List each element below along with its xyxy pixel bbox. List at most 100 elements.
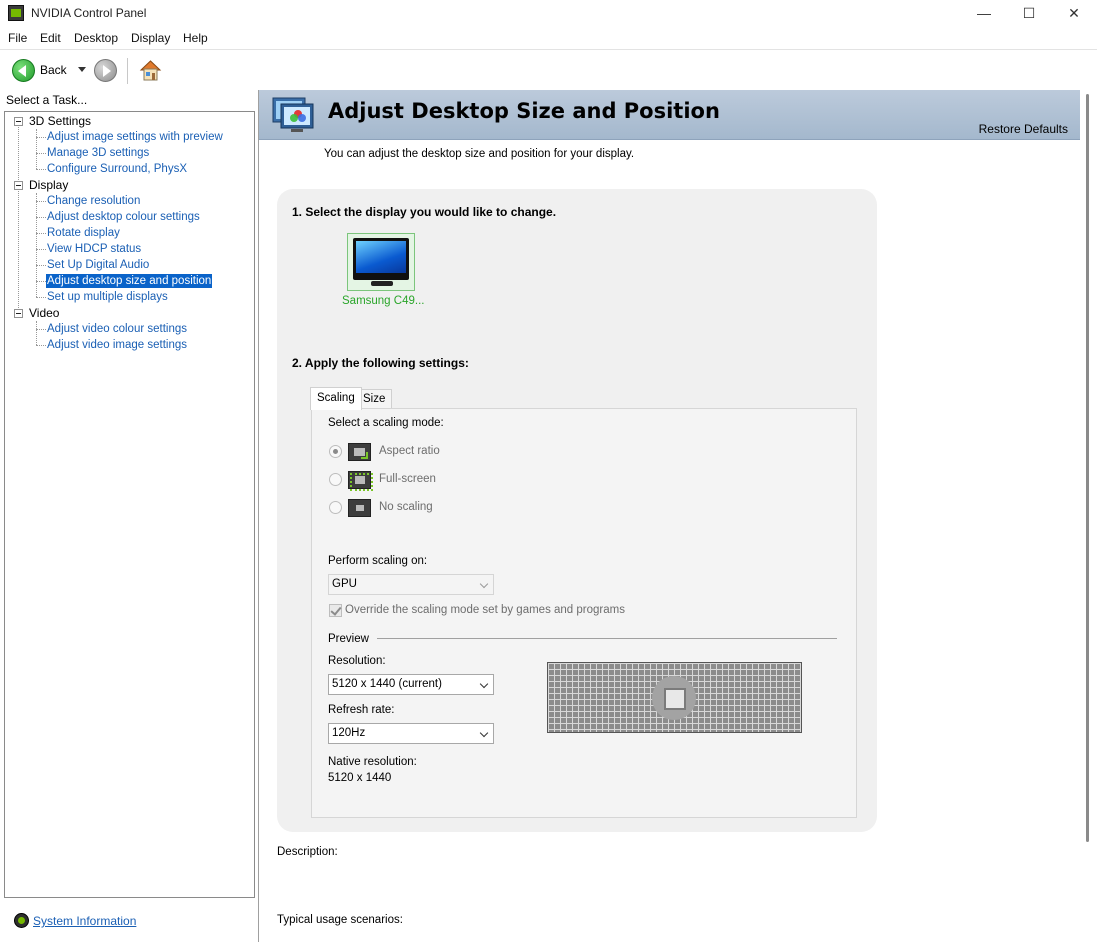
desktop-monitor-icon	[272, 97, 314, 132]
restore-defaults-link[interactable]: Restore Defaults	[979, 122, 1068, 136]
tree-line	[36, 249, 46, 250]
toolbar: Back	[0, 50, 1097, 90]
refresh-rate-label: Refresh rate:	[328, 704, 395, 716]
window-title: NVIDIA Control Panel	[31, 6, 147, 20]
scaling-preview	[547, 662, 802, 733]
monitor-icon	[353, 238, 409, 280]
tree-item-configure-surround[interactable]: Configure Surround, PhysX	[46, 162, 188, 176]
tree-line	[36, 233, 46, 234]
back-arrow-icon[interactable]	[12, 59, 35, 82]
tree-line	[36, 129, 37, 169]
scaling-mode-label: Select a scaling mode:	[328, 417, 444, 429]
content-scrollbar[interactable]	[1080, 90, 1097, 942]
forward-arrow-icon[interactable]	[94, 59, 117, 82]
page-intro: You can adjust the desktop size and posi…	[324, 148, 635, 160]
tree-line	[36, 137, 46, 138]
tree-line	[36, 281, 46, 282]
system-information-icon[interactable]	[14, 913, 29, 928]
toolbar-separator	[127, 58, 128, 84]
preview-divider	[377, 638, 837, 639]
tree-item-desktop-size-position[interactable]: Adjust desktop size and position	[46, 274, 213, 288]
back-history-dropdown-icon[interactable]	[78, 67, 86, 72]
minimize-button[interactable]: —	[961, 2, 1007, 26]
menu-file[interactable]: File	[8, 31, 27, 45]
maximize-button[interactable]: ☐	[1006, 2, 1052, 26]
tab-scaling[interactable]: Scaling	[310, 387, 362, 410]
tree-item-desktop-colour[interactable]: Adjust desktop colour settings	[46, 210, 201, 224]
resolution-label: Resolution:	[328, 655, 386, 667]
title-bar: NVIDIA Control Panel — ☐ ✕	[0, 0, 1097, 28]
aspect-ratio-radio[interactable]	[329, 445, 342, 458]
preview-target-icon	[652, 676, 696, 720]
full-screen-radio[interactable]	[329, 473, 342, 486]
close-button[interactable]: ✕	[1051, 2, 1097, 26]
perform-scaling-select[interactable]: GPU	[328, 574, 494, 595]
native-resolution-label: Native resolution:	[328, 756, 417, 768]
page-title: Adjust Desktop Size and Position	[328, 99, 720, 123]
step-1-heading: 1. Select the display you would like to …	[292, 205, 557, 219]
tree-item-video-image[interactable]: Adjust video image settings	[46, 338, 188, 352]
tree-item-video-colour[interactable]: Adjust video colour settings	[46, 322, 188, 336]
nvidia-app-icon	[8, 5, 24, 21]
tree-item-adjust-image-settings[interactable]: Adjust image settings with preview	[46, 130, 224, 144]
tree-line	[36, 329, 46, 330]
chevron-down-icon	[479, 579, 489, 589]
tree-line	[36, 217, 46, 218]
display-selector[interactable]	[347, 233, 415, 291]
scrollbar-thumb[interactable]	[1086, 94, 1089, 842]
menu-edit[interactable]: Edit	[40, 31, 61, 45]
menu-desktop[interactable]: Desktop	[74, 31, 118, 45]
aspect-ratio-label[interactable]: Aspect ratio	[379, 445, 440, 457]
full-screen-icon	[348, 471, 373, 491]
step-2-heading: 2. Apply the following settings:	[292, 356, 469, 370]
collapse-3d-settings-icon[interactable]	[14, 117, 23, 126]
chevron-down-icon	[479, 728, 489, 738]
preview-label: Preview	[328, 633, 369, 645]
resolution-value: 5120 x 1440 (current)	[332, 678, 442, 690]
refresh-rate-select[interactable]: 120Hz	[328, 723, 494, 744]
display-name[interactable]: Samsung C49...	[342, 295, 424, 307]
menu-bar: File Edit Desktop Display Help	[0, 28, 1097, 49]
tree-category-video[interactable]: Video	[29, 306, 59, 320]
description-label: Description:	[277, 846, 338, 858]
tree-line	[36, 321, 37, 345]
tree-category-3d-settings[interactable]: 3D Settings	[29, 114, 91, 128]
task-tree: 3D Settings Adjust image settings with p…	[4, 111, 255, 898]
tree-item-digital-audio[interactable]: Set Up Digital Audio	[46, 258, 150, 272]
task-panel-title: Select a Task...	[6, 93, 88, 107]
content-pane: Adjust Desktop Size and Position Restore…	[259, 90, 1080, 942]
back-button-label[interactable]: Back	[40, 63, 67, 77]
collapse-video-icon[interactable]	[14, 309, 23, 318]
system-information-link[interactable]: System Information	[33, 914, 136, 928]
tree-line	[36, 169, 46, 170]
full-screen-label[interactable]: Full-screen	[379, 473, 436, 485]
override-scaling-checkbox[interactable]	[329, 604, 342, 617]
no-scaling-radio[interactable]	[329, 501, 342, 514]
usage-scenarios-label: Typical usage scenarios:	[277, 914, 403, 926]
no-scaling-label[interactable]: No scaling	[379, 501, 433, 513]
perform-scaling-value: GPU	[332, 578, 357, 590]
native-resolution-value: 5120 x 1440	[328, 772, 392, 784]
tree-item-rotate-display[interactable]: Rotate display	[46, 226, 121, 240]
refresh-rate-value: 120Hz	[332, 727, 366, 739]
no-scaling-icon	[348, 499, 371, 517]
monitor-stand	[371, 281, 393, 286]
tree-line	[36, 153, 46, 154]
home-icon[interactable]	[138, 58, 163, 82]
tree-line	[36, 297, 46, 298]
tree-item-manage-3d-settings[interactable]: Manage 3D settings	[46, 146, 150, 160]
resolution-select[interactable]: 5120 x 1440 (current)	[328, 674, 494, 695]
menu-help[interactable]: Help	[183, 31, 208, 45]
menu-display[interactable]: Display	[131, 31, 170, 45]
tree-line	[36, 345, 46, 346]
tree-item-multiple-displays[interactable]: Set up multiple displays	[46, 290, 169, 304]
tree-item-hdcp-status[interactable]: View HDCP status	[46, 242, 142, 256]
tree-item-change-resolution[interactable]: Change resolution	[46, 194, 141, 208]
page-header: Adjust Desktop Size and Position Restore…	[259, 90, 1080, 140]
tree-line	[36, 201, 46, 202]
override-scaling-label[interactable]: Override the scaling mode set by games a…	[345, 604, 625, 616]
collapse-display-icon[interactable]	[14, 181, 23, 190]
tree-category-display[interactable]: Display	[29, 178, 68, 192]
tree-line	[36, 265, 46, 266]
aspect-ratio-icon	[348, 443, 371, 461]
